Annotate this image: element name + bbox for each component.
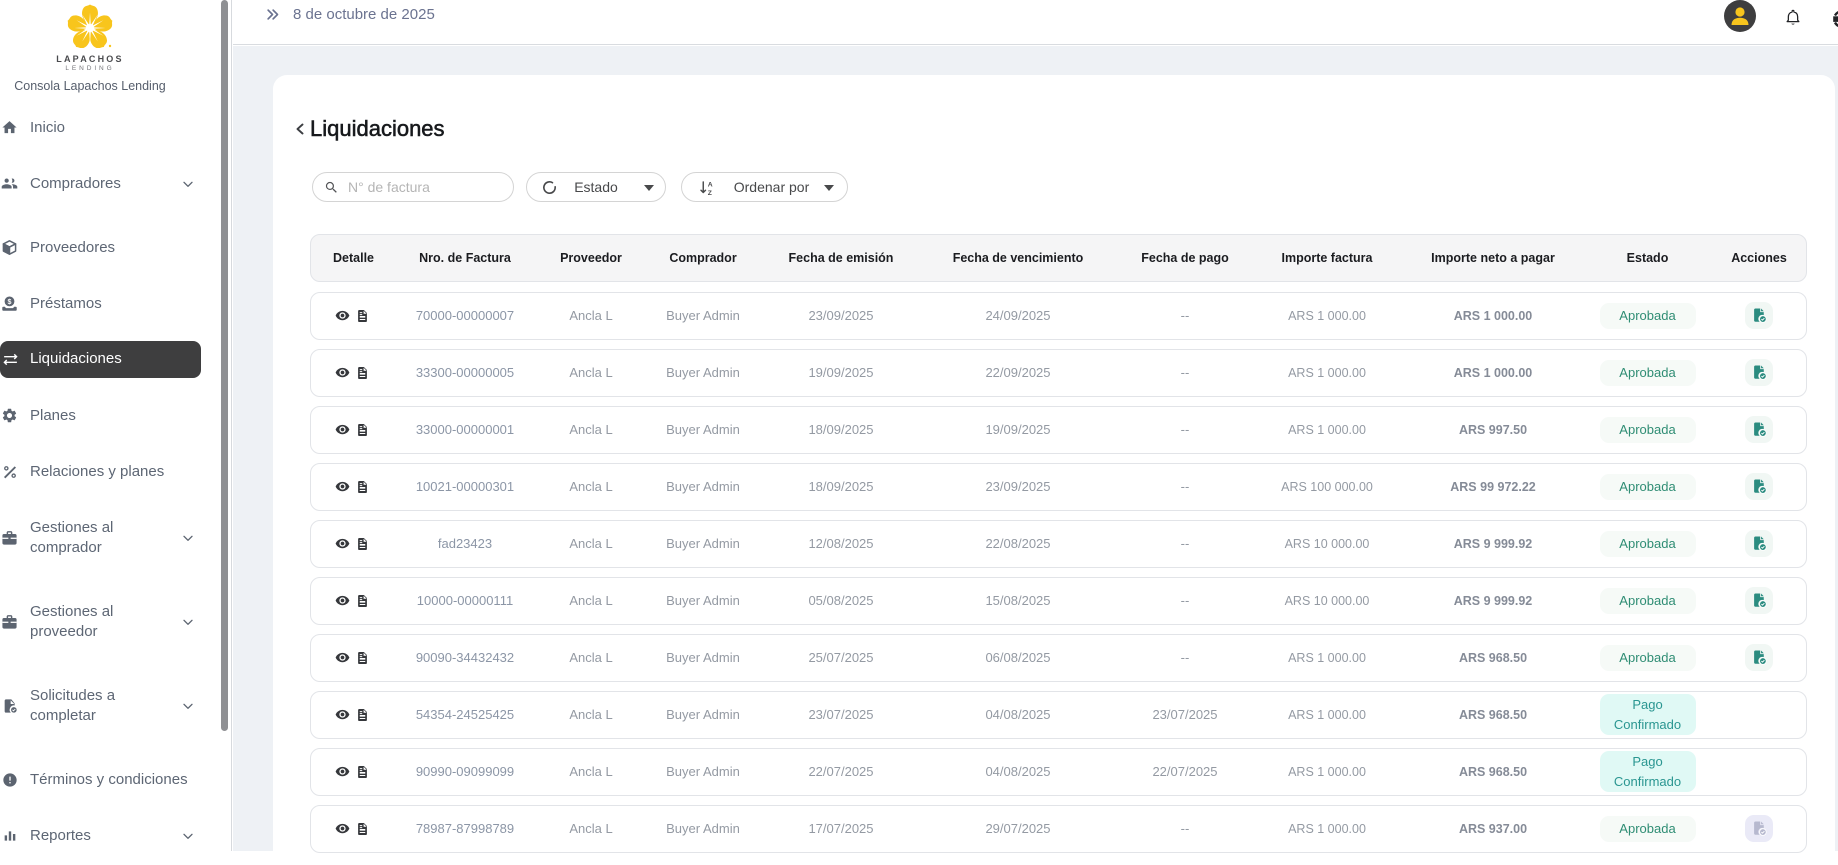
- svg-text:$: $: [8, 298, 12, 306]
- svg-text:Z: Z: [708, 190, 712, 197]
- svg-text:A: A: [708, 182, 713, 189]
